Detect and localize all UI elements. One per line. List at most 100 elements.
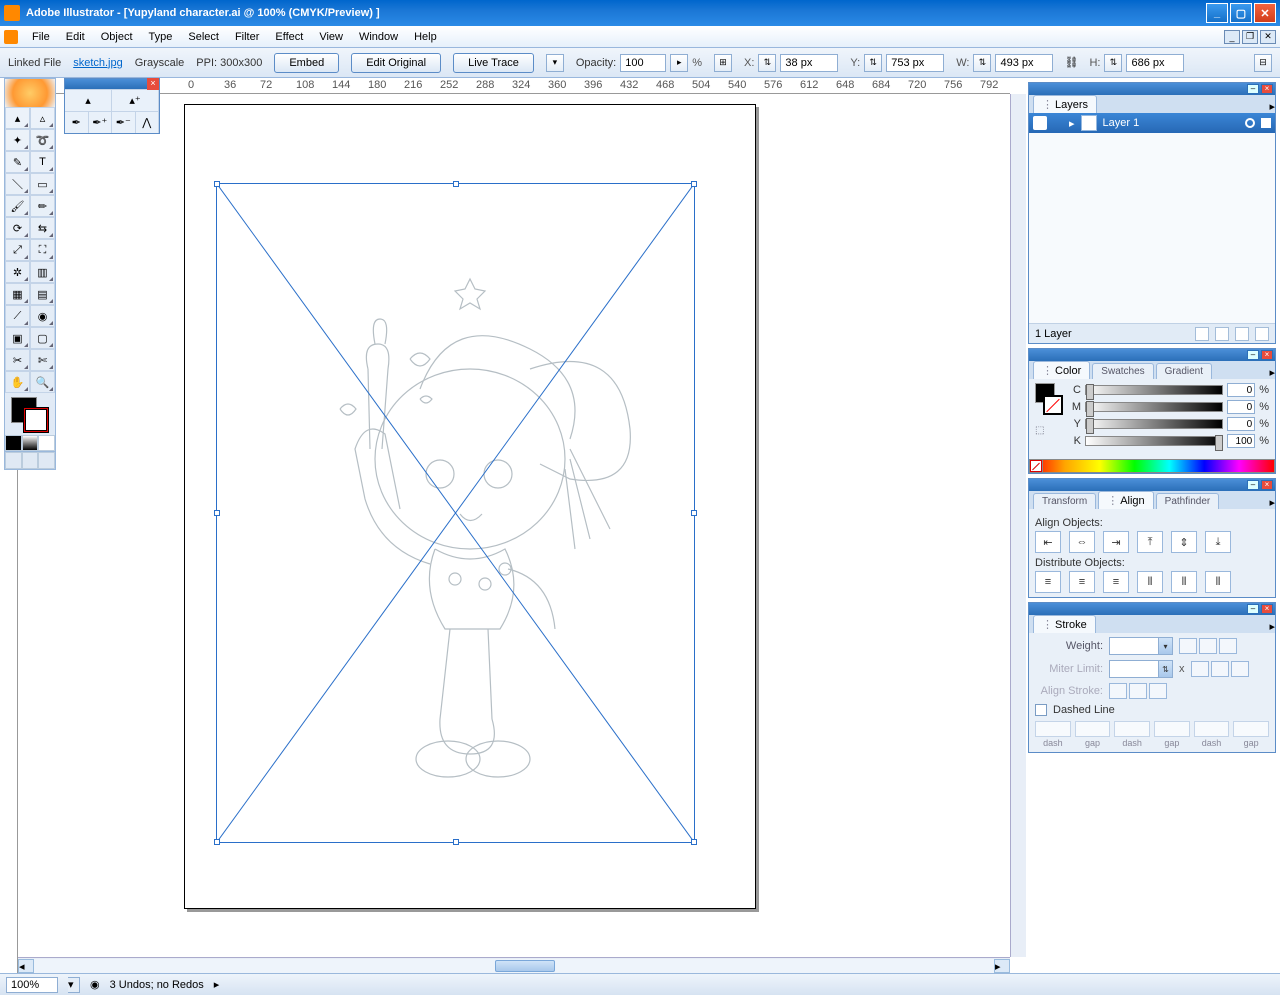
- delete-anchor-tool[interactable]: ✒⁻: [112, 112, 136, 133]
- handle-bc[interactable]: [453, 839, 459, 845]
- graph-tool[interactable]: ▥: [30, 261, 55, 283]
- gap3-input[interactable]: [1233, 721, 1269, 737]
- free-transform-tool[interactable]: ⛶: [30, 239, 55, 261]
- live-paint-selection-tool[interactable]: ▢: [30, 327, 55, 349]
- linked-file-name[interactable]: sketch.jpg: [73, 57, 123, 69]
- distribute-left-button[interactable]: ⦀: [1137, 571, 1163, 593]
- close-button[interactable]: ✕: [1254, 3, 1276, 23]
- menu-filter[interactable]: Filter: [227, 29, 267, 45]
- edit-original-button[interactable]: Edit Original: [351, 53, 441, 73]
- hand-tool[interactable]: ✋: [5, 371, 30, 393]
- color-mode-button[interactable]: [5, 435, 22, 451]
- align-vcenter-button[interactable]: ⇕: [1171, 531, 1197, 553]
- sub-toolbar-titlebar[interactable]: ×: [65, 79, 159, 89]
- black-slider[interactable]: [1085, 436, 1223, 446]
- group-selection-tool[interactable]: ▴⁺: [112, 90, 159, 111]
- panel-menu-icon[interactable]: ▸: [1269, 100, 1275, 113]
- selection-box[interactable]: [216, 183, 695, 843]
- x-stepper[interactable]: ⇅: [758, 54, 776, 72]
- embed-button[interactable]: Embed: [274, 53, 339, 73]
- zoom-input[interactable]: 100%: [6, 977, 58, 993]
- make-clipping-mask-icon[interactable]: [1195, 327, 1209, 341]
- handle-mr[interactable]: [691, 510, 697, 516]
- live-trace-button[interactable]: Live Trace: [453, 53, 534, 73]
- dash2-input[interactable]: [1114, 721, 1150, 737]
- eyedropper-tool[interactable]: ⟋: [5, 305, 30, 327]
- line-tool[interactable]: ＼: [5, 173, 30, 195]
- panel-minimize[interactable]: –: [1247, 84, 1259, 94]
- menu-type[interactable]: Type: [141, 29, 181, 45]
- align-stroke-inside[interactable]: [1129, 683, 1147, 699]
- type-tool[interactable]: T: [30, 151, 55, 173]
- layer-target-icon[interactable]: [1245, 118, 1255, 128]
- transform-tab[interactable]: Transform: [1033, 493, 1096, 509]
- gap1-input[interactable]: [1075, 721, 1111, 737]
- y-stepper[interactable]: ⇅: [864, 54, 882, 72]
- align-stroke-center[interactable]: [1109, 683, 1127, 699]
- gradient-mode-button[interactable]: [22, 435, 39, 451]
- rectangle-tool[interactable]: ▭: [30, 173, 55, 195]
- symbol-sprayer-tool[interactable]: ✲: [5, 261, 30, 283]
- handle-tc[interactable]: [453, 181, 459, 187]
- x-input[interactable]: [780, 54, 838, 72]
- layer-row-1[interactable]: ▸ Layer 1: [1029, 113, 1275, 133]
- pen-tool-alt[interactable]: ✒: [65, 112, 89, 133]
- gradient-tab[interactable]: Gradient: [1156, 363, 1212, 379]
- w-stepper[interactable]: ⇅: [973, 54, 991, 72]
- dashed-line-checkbox[interactable]: [1035, 704, 1047, 716]
- reflect-tool[interactable]: ⇆: [30, 217, 55, 239]
- handle-tr[interactable]: [691, 181, 697, 187]
- doc-restore-button[interactable]: ❐: [1242, 30, 1258, 44]
- align-right-button[interactable]: ⇥: [1103, 531, 1129, 553]
- yellow-slider[interactable]: [1085, 419, 1223, 429]
- distribute-top-button[interactable]: ≡: [1035, 571, 1061, 593]
- miter-combo[interactable]: ⇅: [1109, 660, 1173, 678]
- cap-butt-button[interactable]: [1179, 638, 1197, 654]
- panel-menu-icon[interactable]: ▸: [1269, 496, 1275, 509]
- direct-selection-tool[interactable]: ▵: [30, 107, 55, 129]
- pencil-tool[interactable]: ✏: [30, 195, 55, 217]
- black-input[interactable]: [1227, 434, 1255, 448]
- menu-help[interactable]: Help: [406, 29, 445, 45]
- dash1-input[interactable]: [1035, 721, 1071, 737]
- menu-effect[interactable]: Effect: [267, 29, 311, 45]
- add-anchor-tool[interactable]: ✒⁺: [89, 112, 113, 133]
- mesh-tool[interactable]: ▦: [5, 283, 30, 305]
- panel-close[interactable]: ×: [1261, 480, 1273, 490]
- distribute-hcenter-button[interactable]: ⦀: [1171, 571, 1197, 593]
- y-input[interactable]: [886, 54, 944, 72]
- layer-expand-icon[interactable]: ▸: [1069, 117, 1075, 130]
- join-bevel-button[interactable]: [1231, 661, 1249, 677]
- align-left-button[interactable]: ⇤: [1035, 531, 1061, 553]
- stroke-tab[interactable]: Stroke: [1033, 615, 1096, 633]
- paintbrush-tool[interactable]: 🖌: [5, 195, 30, 217]
- delete-layer-icon[interactable]: [1255, 327, 1269, 341]
- zoom-tool[interactable]: 🔍: [30, 371, 55, 393]
- menu-view[interactable]: View: [311, 29, 351, 45]
- scroll-right-button[interactable]: ▸: [994, 959, 1010, 973]
- menu-object[interactable]: Object: [93, 29, 141, 45]
- blend-tool[interactable]: ◉: [30, 305, 55, 327]
- screen-mode-standard[interactable]: [5, 452, 22, 469]
- align-bottom-button[interactable]: ⤓: [1205, 531, 1231, 553]
- reference-point-button[interactable]: ⊞: [714, 54, 732, 72]
- magenta-slider[interactable]: [1085, 402, 1223, 412]
- handle-bl[interactable]: [214, 839, 220, 845]
- stroke-color-swatch[interactable]: [1043, 395, 1063, 415]
- new-layer-icon[interactable]: [1235, 327, 1249, 341]
- dash3-input[interactable]: [1194, 721, 1230, 737]
- scroll-left-button[interactable]: ◂: [18, 959, 34, 973]
- zoom-dropdown[interactable]: ▾: [68, 977, 80, 993]
- scroll-h-thumb[interactable]: [495, 960, 555, 972]
- lasso-tool[interactable]: ➰: [30, 129, 55, 151]
- menu-file[interactable]: File: [24, 29, 58, 45]
- menu-window[interactable]: Window: [351, 29, 406, 45]
- doc-minimize-button[interactable]: _: [1224, 30, 1240, 44]
- distribute-bottom-button[interactable]: ≡: [1103, 571, 1129, 593]
- color-spectrum[interactable]: [1029, 459, 1275, 473]
- handle-br[interactable]: [691, 839, 697, 845]
- magic-wand-tool[interactable]: ✦: [5, 129, 30, 151]
- selection-tool-alt[interactable]: ▴: [65, 90, 112, 111]
- handle-tl[interactable]: [214, 181, 220, 187]
- h-stepper[interactable]: ⇅: [1104, 54, 1122, 72]
